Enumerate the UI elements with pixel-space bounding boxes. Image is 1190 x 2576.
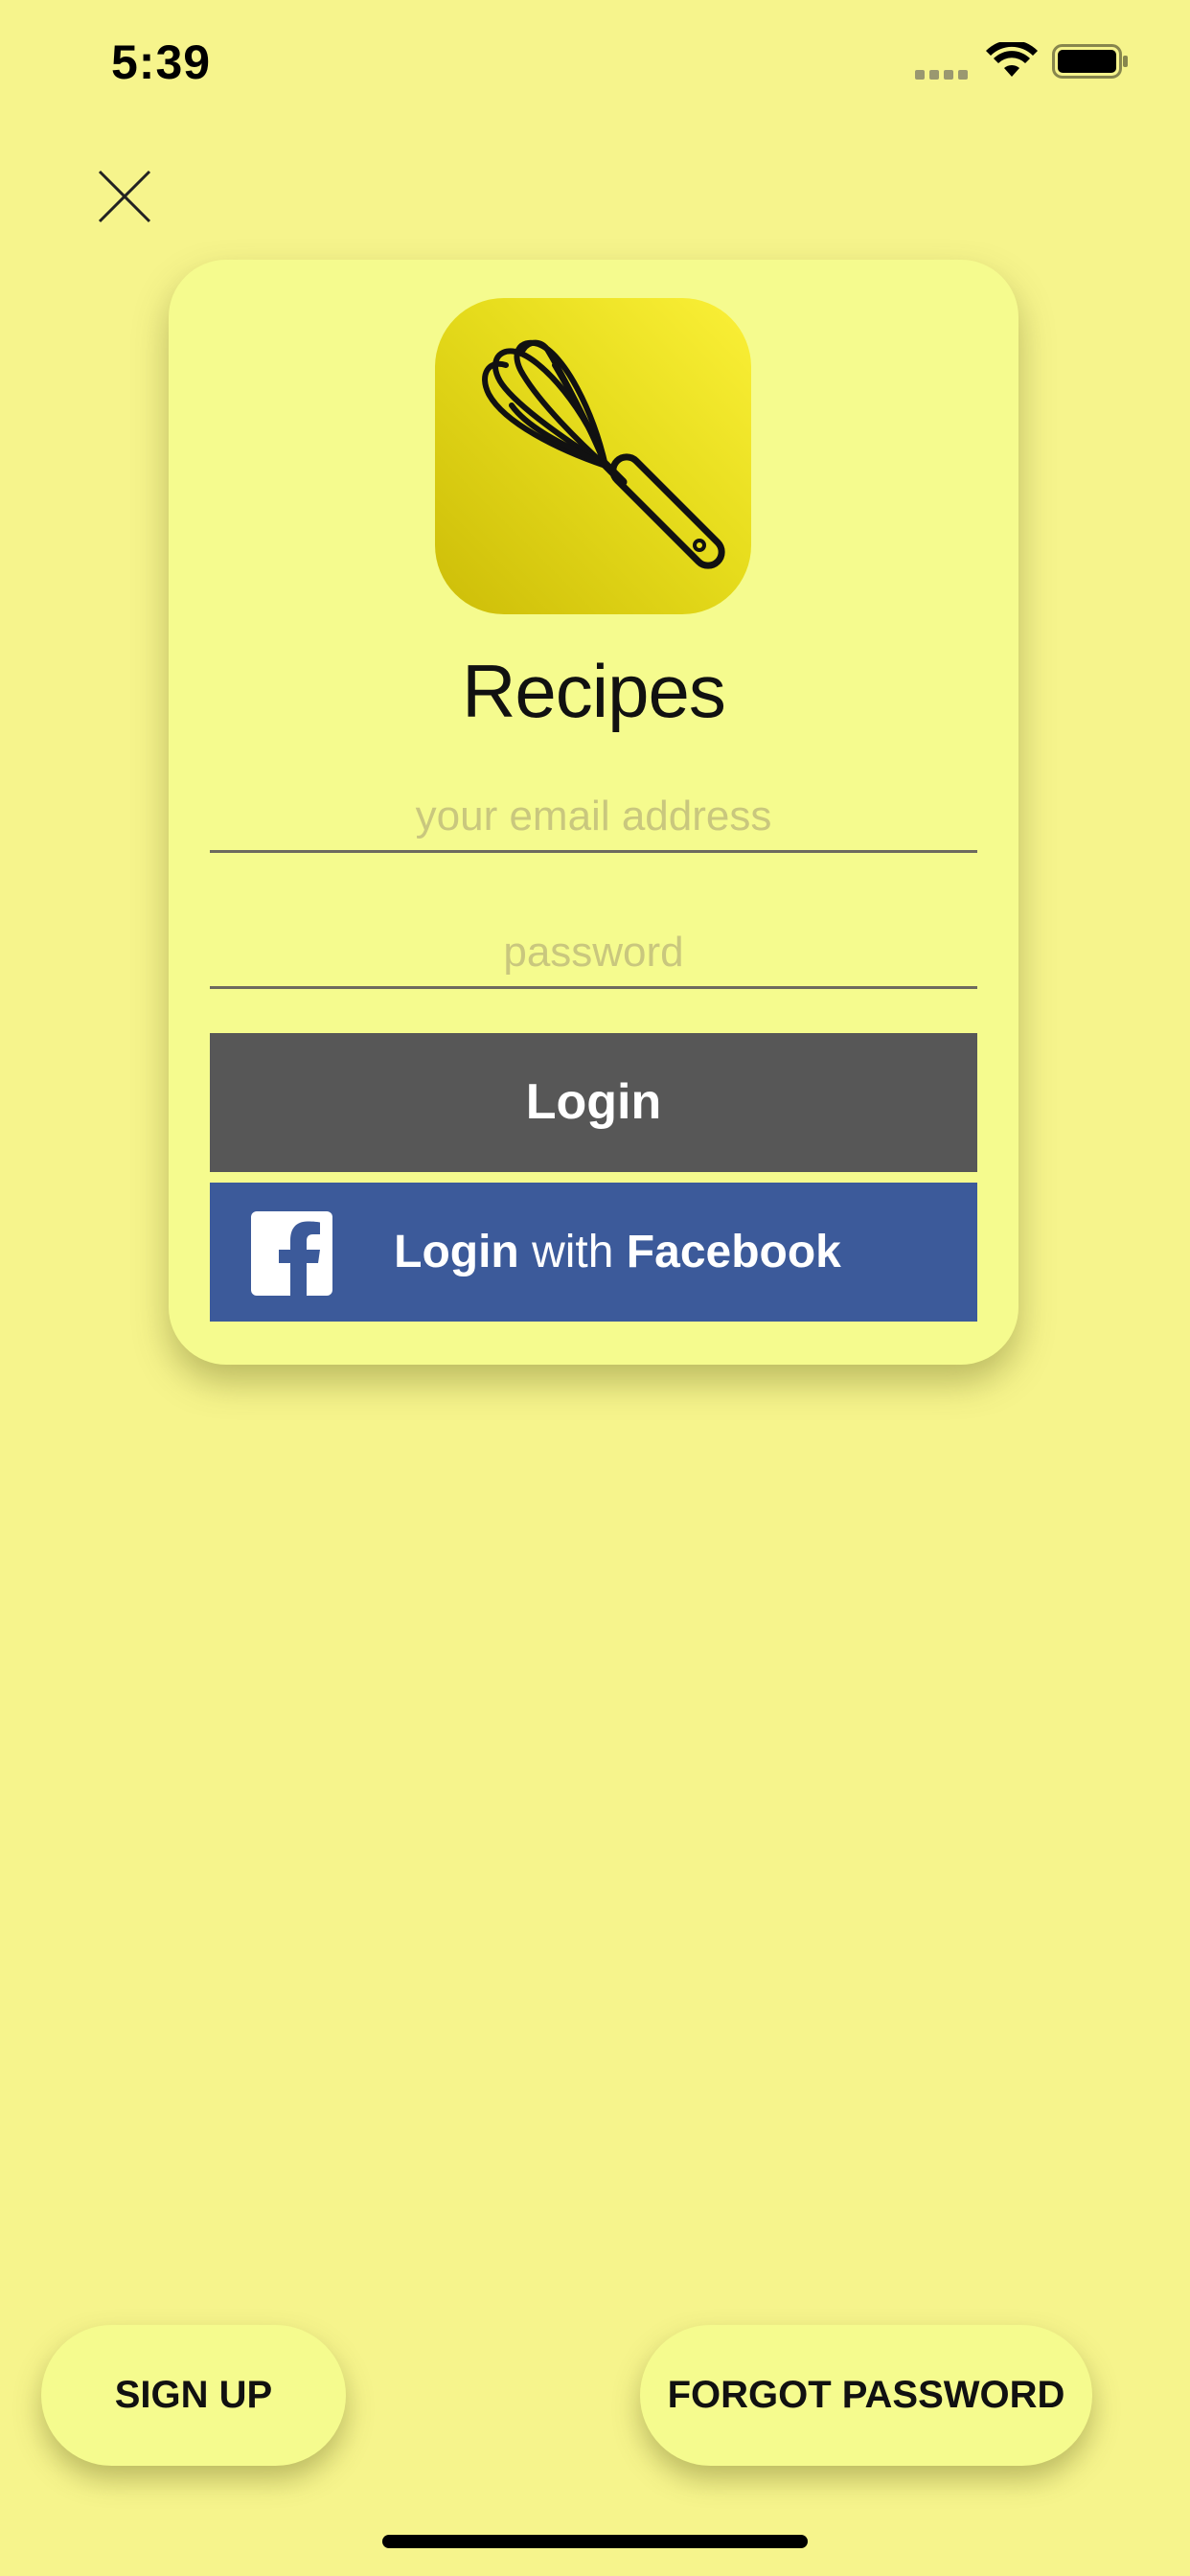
cellular-signal-icon bbox=[915, 67, 973, 80]
facebook-login-middle: with bbox=[532, 1227, 614, 1277]
sign-up-button[interactable]: SIGN UP bbox=[41, 2325, 346, 2466]
app-logo bbox=[435, 298, 751, 614]
facebook-login-label: Login with Facebook bbox=[210, 1183, 977, 1322]
status-time: 5:39 bbox=[111, 35, 212, 89]
wifi-icon bbox=[986, 42, 1038, 77]
email-input[interactable] bbox=[210, 783, 977, 850]
app-title: Recipes bbox=[462, 649, 726, 733]
password-field[interactable] bbox=[210, 919, 977, 989]
facebook-login-brand: Facebook bbox=[626, 1227, 841, 1277]
password-input[interactable] bbox=[210, 919, 977, 986]
login-button[interactable]: Login bbox=[210, 1033, 977, 1172]
whisk-icon bbox=[482, 339, 725, 569]
status-bar: 5:39 bbox=[0, 0, 1190, 125]
email-field[interactable] bbox=[210, 783, 977, 853]
home-indicator bbox=[382, 2535, 808, 2548]
facebook-login-button[interactable]: Login with Facebook bbox=[210, 1183, 977, 1322]
login-card: Recipes Login Login with Facebook bbox=[169, 260, 1018, 1365]
battery-icon bbox=[1052, 44, 1128, 79]
forgot-password-button[interactable]: FORGOT PASSWORD bbox=[640, 2325, 1092, 2466]
facebook-login-prefix: Login bbox=[394, 1227, 519, 1277]
close-icon[interactable] bbox=[96, 168, 153, 225]
